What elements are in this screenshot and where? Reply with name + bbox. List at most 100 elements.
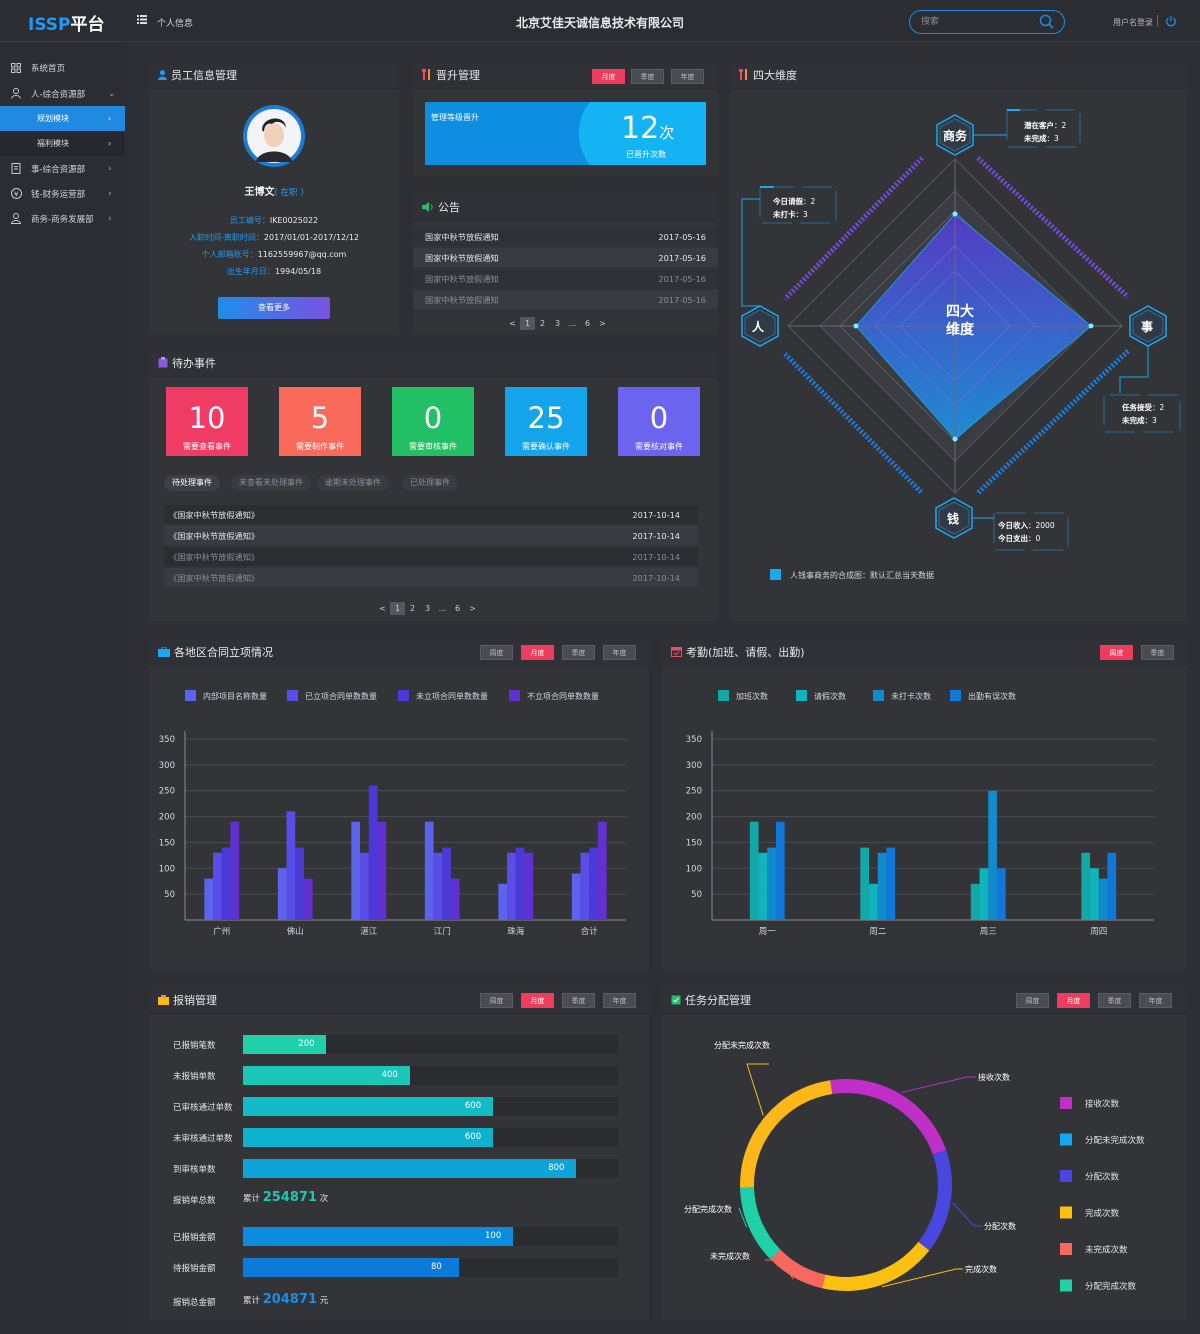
todo-row[interactable]: 《国家中秋节放假通知》 2017-10-14	[164, 505, 698, 524]
bar[interactable]	[571, 873, 581, 920]
todo-row[interactable]: 《国家中秋节放假通知》 2017-10-14	[164, 568, 698, 587]
todo-card[interactable]: 0 需要审核事件	[392, 387, 474, 456]
bar[interactable]	[377, 821, 387, 920]
bar[interactable]	[295, 847, 304, 920]
sidebar-item-people[interactable]: 人-综合资源部 ⌄	[0, 81, 125, 106]
donut-slice[interactable]	[830, 1079, 946, 1155]
tab-year[interactable]: 年度	[603, 645, 636, 660]
bar[interactable]	[749, 821, 759, 920]
node-people[interactable]: 人	[752, 318, 764, 335]
bar-fill[interactable]	[243, 1227, 513, 1246]
tab-quarter[interactable]: 季度	[1141, 645, 1174, 660]
todo-tab[interactable]: 待处理事件	[164, 475, 220, 491]
bar[interactable]	[213, 852, 222, 920]
todo-row[interactable]: 《国家中秋节放假通知》 2017-10-14	[164, 526, 698, 545]
donut-slice[interactable]	[770, 1249, 826, 1289]
bar[interactable]	[580, 852, 590, 920]
sidebar-item-welfare[interactable]: 福利模块 ›	[0, 131, 125, 156]
bar[interactable]	[886, 847, 896, 920]
node-money[interactable]: 钱	[947, 510, 959, 527]
bar[interactable]	[221, 847, 231, 920]
bar[interactable]	[277, 868, 287, 920]
bar[interactable]	[979, 868, 989, 920]
page-link[interactable]: <	[375, 602, 390, 615]
page-link[interactable]: 6	[580, 317, 595, 330]
app-logo[interactable]: ISSP平台	[28, 10, 105, 35]
tab-month[interactable]: 月度	[521, 993, 554, 1008]
todo-row[interactable]: 《国家中秋节放假通知》 2017-10-14	[164, 547, 698, 566]
tab-quarter[interactable]: 季度	[562, 993, 595, 1008]
tab-quarter[interactable]: 季度	[1098, 993, 1131, 1008]
bar[interactable]	[230, 821, 240, 920]
page-link[interactable]: 1	[520, 317, 535, 330]
bar[interactable]	[515, 847, 525, 920]
bar[interactable]	[775, 821, 785, 920]
todo-tab[interactable]: 已处理事件	[402, 475, 458, 491]
bar[interactable]	[368, 785, 378, 920]
tab-month[interactable]: 月度	[1057, 993, 1090, 1008]
search-icon[interactable]	[1039, 14, 1054, 29]
bar-fill[interactable]	[243, 1159, 577, 1178]
tab-year[interactable]: 年度	[603, 993, 636, 1008]
sidebar-item-business[interactable]: 商务-商务发展部 ›	[0, 206, 125, 231]
donut-slice[interactable]	[740, 1187, 781, 1260]
page-link[interactable]: 2	[405, 602, 420, 615]
page-link[interactable]: ...	[565, 317, 580, 330]
power-icon[interactable]	[1165, 15, 1177, 27]
todo-card[interactable]: 25 需要确认事件	[505, 387, 587, 456]
bar[interactable]	[877, 852, 887, 920]
tab-month[interactable]: 月度	[521, 645, 554, 660]
donut-slice[interactable]	[740, 1080, 833, 1188]
todo-card[interactable]: 5 需要制作事件	[279, 387, 361, 456]
bar[interactable]	[450, 878, 460, 920]
node-affairs[interactable]: 事	[1141, 318, 1153, 335]
bar[interactable]	[433, 852, 443, 920]
sidebar-item-affairs[interactable]: 事-综合资源部 ›	[0, 156, 125, 181]
bar[interactable]	[860, 847, 870, 920]
bar[interactable]	[507, 852, 516, 920]
todo-tab[interactable]: 未查看未处理事件	[231, 475, 311, 491]
bar[interactable]	[360, 852, 369, 920]
tab-week[interactable]: 周度	[480, 993, 513, 1008]
tab-quarter[interactable]: 季度	[631, 69, 664, 84]
bar[interactable]	[1107, 852, 1117, 920]
page-link[interactable]: 6	[450, 602, 465, 615]
bar[interactable]	[524, 852, 534, 920]
bar[interactable]	[351, 821, 361, 920]
bar[interactable]	[442, 847, 451, 920]
donut-slice[interactable]	[822, 1241, 930, 1291]
notice-row[interactable]: 国家中秋节放假通知 2017-05-16	[413, 227, 718, 246]
page-link[interactable]: >	[595, 317, 610, 330]
donut-slice[interactable]	[918, 1149, 952, 1251]
bar[interactable]	[424, 821, 434, 920]
node-business[interactable]: 商务	[936, 127, 974, 144]
bar-fill[interactable]	[243, 1258, 459, 1277]
bar[interactable]	[869, 883, 878, 920]
avatar[interactable]	[242, 104, 306, 168]
bar[interactable]	[758, 852, 768, 920]
todo-card[interactable]: 10 需要查看事件	[166, 387, 248, 456]
tab-year[interactable]: 年度	[671, 69, 704, 84]
todo-tab[interactable]: 逾期未处理事件	[317, 475, 389, 491]
tab-week[interactable]: 周度	[480, 645, 513, 660]
view-more-button[interactable]: 查看更多	[218, 297, 330, 319]
user-login-link[interactable]: 用户名登录	[1113, 17, 1153, 28]
bar[interactable]	[303, 878, 313, 920]
notice-row[interactable]: 国家中秋节放假通知 2017-05-16	[413, 290, 718, 309]
page-link[interactable]: >	[465, 602, 480, 615]
notice-row[interactable]: 国家中秋节放假通知 2017-05-16	[413, 248, 718, 267]
bar[interactable]	[1081, 852, 1091, 920]
sidebar-item-finance[interactable]: ¥ 钱-财务运营部 ›	[0, 181, 125, 206]
sidebar-item-home[interactable]: 系统首页	[0, 55, 125, 80]
bar[interactable]	[589, 847, 598, 920]
notice-row[interactable]: 国家中秋节放假通知 2017-05-16	[413, 269, 718, 288]
bar[interactable]	[970, 883, 980, 920]
bar-fill[interactable]	[243, 1097, 493, 1116]
sidebar-item-planning[interactable]: 规划模块 ›	[0, 106, 125, 131]
tab-week[interactable]: 周度	[1100, 645, 1133, 660]
bar[interactable]	[597, 821, 607, 920]
bar-fill[interactable]	[243, 1128, 493, 1147]
bar[interactable]	[767, 847, 776, 920]
page-link[interactable]: 3	[550, 317, 565, 330]
bar[interactable]	[996, 868, 1006, 920]
